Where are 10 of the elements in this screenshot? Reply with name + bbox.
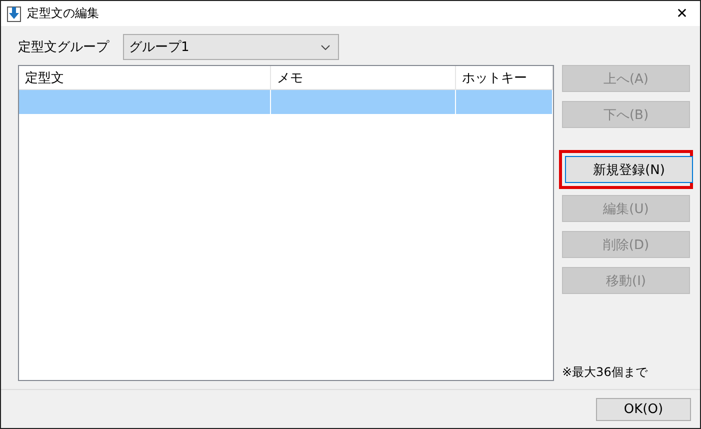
action-button[interactable]: 新規登録(N) bbox=[565, 156, 693, 183]
table-row[interactable] bbox=[19, 90, 553, 114]
close-button[interactable]: ✕ bbox=[664, 6, 700, 22]
limit-note: ※最大36個まで bbox=[562, 364, 649, 381]
chevron-down-icon bbox=[321, 44, 330, 50]
group-select[interactable]: グループ1 bbox=[123, 34, 339, 60]
download-icon bbox=[7, 6, 21, 22]
group-label: 定型文グループ bbox=[18, 39, 109, 56]
window-title: 定型文の編集 bbox=[27, 5, 100, 22]
ok-button[interactable]: OK(O) bbox=[596, 398, 691, 420]
